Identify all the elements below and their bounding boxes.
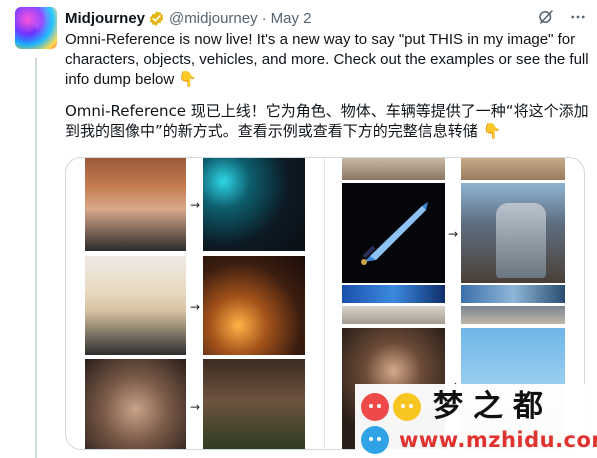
header-actions <box>537 8 587 26</box>
result-photo-woman <box>203 256 305 355</box>
author-name[interactable]: Midjourney <box>65 10 145 27</box>
watermark-bottom-row: www.mzhidu.com <box>361 426 597 454</box>
tweet-text-english: Omni-Reference is now live! It's a new w… <box>65 30 590 90</box>
grok-icon[interactable] <box>537 8 555 26</box>
result-photo-strip <box>461 285 565 303</box>
reference-photo-top <box>342 158 445 180</box>
arrow-icon: → <box>190 300 201 314</box>
tweet-text-en: Omni-Reference is now live! It's a new w… <box>65 31 589 88</box>
media-divider <box>324 158 325 449</box>
verified-badge-icon <box>149 10 164 26</box>
sword-image <box>361 202 428 265</box>
reference-photo-strip-2 <box>342 306 445 324</box>
tweet-header: Midjourney @midjourney · May 2 <box>65 8 587 28</box>
red-bubble-icon <box>361 393 389 421</box>
tweet-date[interactable]: May 2 <box>271 10 312 27</box>
arrow-icon: → <box>448 227 459 241</box>
knight-figure <box>496 203 546 278</box>
tweet-text-zh: Omni-Reference 现已上线！它为角色、物体、车辆等提供了一种“将这个… <box>65 102 589 140</box>
watermark-top-row: 梦之都 <box>361 390 553 424</box>
result-photo-boy <box>203 158 305 251</box>
reference-photo-elder <box>85 359 186 449</box>
watermark-title: 梦之都 <box>433 389 553 424</box>
separator-dot: · <box>261 9 267 27</box>
result-photo-strip-2 <box>461 306 565 324</box>
pointing-down-emoji: 👇 <box>178 71 198 88</box>
more-icon[interactable] <box>569 8 587 26</box>
tweet-body: Omni-Reference is now live! It's a new w… <box>65 30 590 152</box>
tweet-text-chinese: Omni-Reference 现已上线！它为角色、物体、车辆等提供了一种“将这个… <box>65 101 590 141</box>
arrow-icon: → <box>190 198 201 212</box>
reference-photo-boy <box>85 158 186 251</box>
author-handle[interactable]: @midjourney <box>169 10 258 27</box>
blue-bubble-icon <box>361 426 389 454</box>
reference-photo-strip <box>342 285 445 303</box>
pointing-down-emoji: 👇 <box>482 122 502 140</box>
site-watermark: 梦之都 www.mzhidu.com <box>355 384 597 458</box>
avatar[interactable] <box>15 7 57 49</box>
reference-photo-woman <box>85 256 186 355</box>
result-photo-top <box>461 158 565 180</box>
arrow-icon: → <box>190 400 201 414</box>
thread-line <box>35 58 37 458</box>
watermark-url: www.mzhidu.com <box>399 428 597 452</box>
result-photo-elder <box>203 359 305 449</box>
yellow-bubble-icon <box>393 393 421 421</box>
